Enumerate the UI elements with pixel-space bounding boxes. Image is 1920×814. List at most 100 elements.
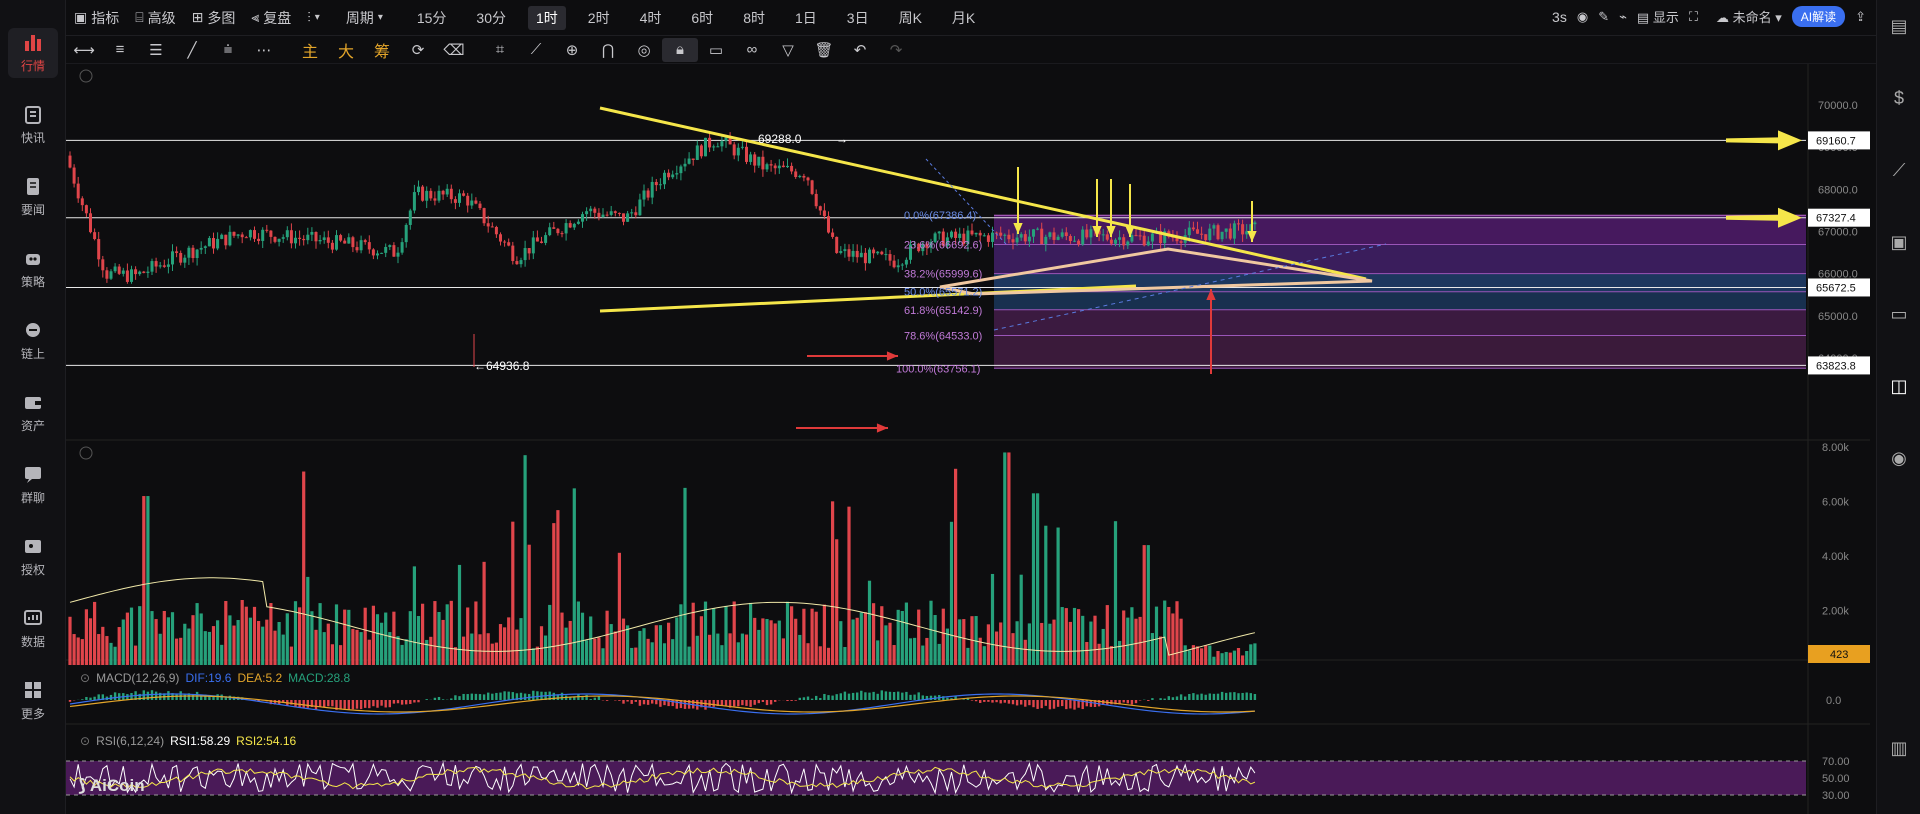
- interval-tab-1[interactable]: 30分: [468, 6, 514, 30]
- volume-bar: [396, 636, 400, 665]
- zoom-in-icon[interactable]: ⊕: [554, 38, 590, 62]
- sync-circle-icon[interactable]: ◉: [1888, 448, 1910, 470]
- interval-tab-0[interactable]: 15分: [409, 6, 455, 30]
- bot-icon[interactable]: ◫: [1888, 376, 1910, 398]
- macd-histogram-bar: [995, 700, 998, 703]
- candle-body: [138, 271, 142, 275]
- filter-icon[interactable]: ▽: [770, 38, 806, 62]
- chips-button[interactable]: 筹: [364, 38, 400, 62]
- macd-histogram-bar: [1048, 700, 1052, 710]
- crop-icon[interactable]: ⌗: [482, 38, 518, 62]
- nav-item-4[interactable]: 链上: [0, 310, 66, 370]
- volume-bar: [593, 638, 597, 665]
- volume-bar: [466, 607, 470, 665]
- nav-item-3[interactable]: 策略: [0, 238, 66, 298]
- candle-body: [851, 250, 855, 257]
- candle-body: [68, 155, 72, 168]
- wallet-card-icon[interactable]: ▭: [1888, 304, 1910, 326]
- multi-chart-button[interactable]: ⊞ 多图: [184, 6, 244, 30]
- interval-tab-8[interactable]: 3日: [839, 6, 877, 30]
- period-dropdown[interactable]: 周期 ▾: [338, 6, 391, 30]
- candle-body: [638, 199, 642, 216]
- dollar-icon[interactable]: $: [1888, 88, 1910, 110]
- trash-icon[interactable]: 🗑︎: [806, 38, 842, 62]
- parallel-lines-icon[interactable]: ☰: [138, 38, 174, 62]
- candle-body: [982, 235, 986, 237]
- magnet-icon[interactable]: ⋂: [590, 38, 626, 62]
- candle-type-button[interactable]: ⫶ ▾: [299, 6, 328, 30]
- replay-button[interactable]: ⫷ 复盘: [243, 6, 299, 30]
- volume-bar: [84, 609, 88, 665]
- layers-icon[interactable]: ▭: [698, 38, 734, 62]
- candle-body: [950, 231, 953, 238]
- sync-icon[interactable]: ⟳: [400, 38, 436, 62]
- indicators-button[interactable]: ▣ 指标: [66, 6, 127, 30]
- horizontal-line-icon[interactable]: ⟷: [66, 38, 102, 62]
- main-force-button[interactable]: 主: [292, 38, 328, 62]
- menu-lines-icon[interactable]: ≡: [102, 38, 138, 62]
- ruler-icon[interactable]: ⟋: [518, 38, 554, 62]
- macd-histogram-bar: [1151, 698, 1154, 700]
- alert-icon[interactable]: ⌁: [1619, 9, 1627, 25]
- big-order-button[interactable]: 大: [328, 38, 364, 62]
- candle-body: [105, 270, 109, 279]
- ai-interpret-button[interactable]: AI解读: [1791, 6, 1846, 27]
- collapse-icon[interactable]: ⊙: [80, 734, 90, 748]
- workspace-dropdown[interactable]: ☁ 未命名 ▾: [1716, 7, 1782, 26]
- interval-tab-4[interactable]: 4时: [632, 6, 670, 30]
- more-tools-icon[interactable]: ⋯: [246, 38, 282, 62]
- eye-icon[interactable]: ◎: [626, 38, 662, 62]
- volume-bar: [1101, 628, 1105, 665]
- redo-icon[interactable]: ↷: [878, 38, 914, 62]
- pane-collapse-icon[interactable]: [79, 446, 93, 460]
- interval-tab-5[interactable]: 6时: [683, 6, 721, 30]
- advanced-button[interactable]: ⌸ 高级: [127, 6, 183, 30]
- fullscreen-icon[interactable]: ⛶: [1689, 9, 1698, 25]
- nav-item-9[interactable]: 更多: [0, 670, 66, 730]
- nav-item-7[interactable]: 授权: [0, 526, 66, 586]
- pane-collapse-icon[interactable]: [79, 69, 93, 83]
- volume-bar: [982, 646, 986, 665]
- volume-bar: [888, 622, 892, 665]
- chart-area[interactable]: 69288.0 → 64936.8 ← 0.0%(67386.4) 23.6%(66692…: [66, 64, 1876, 814]
- candle-body: [540, 241, 543, 243]
- undo-icon[interactable]: ↶: [842, 38, 878, 62]
- pen-icon[interactable]: ✎: [1598, 9, 1609, 25]
- clear-drawing-icon[interactable]: ⌫: [436, 38, 472, 62]
- price-chart-svg[interactable]: 69288.0 → 64936.8← 0.0%(67386.4) 23.6%(66692…: [66, 64, 1876, 814]
- share-icon[interactable]: ⇪: [1855, 9, 1866, 25]
- lock-icon[interactable]: 🔒︎: [662, 37, 698, 62]
- volume-bar: [179, 637, 183, 665]
- nav-item-2[interactable]: 要闻: [0, 166, 66, 226]
- interval-tab-10[interactable]: 月K: [944, 6, 983, 30]
- macd-histogram-bar: [618, 700, 621, 701]
- interval-tab-6[interactable]: 8时: [735, 6, 773, 30]
- trend-line-icon[interactable]: ╱: [174, 38, 210, 62]
- robot-icon: [26, 253, 40, 265]
- trend-line-upper[interactable]: [599, 106, 1367, 281]
- interval-tab-7[interactable]: 1日: [787, 6, 825, 30]
- trend-icon[interactable]: ⟋: [1888, 160, 1910, 182]
- fib-tool-icon[interactable]: ⩧: [210, 38, 246, 62]
- interval-tab-2[interactable]: 1时: [528, 5, 566, 30]
- link-icon[interactable]: ∞: [734, 38, 770, 62]
- nav-item-1[interactable]: 快讯: [0, 94, 66, 154]
- macd-histogram-bar: [454, 695, 457, 700]
- camera-icon[interactable]: ◉: [1577, 9, 1588, 25]
- monitor-icon[interactable]: ▣: [1888, 232, 1910, 254]
- nav-item-5[interactable]: 资产: [0, 382, 66, 442]
- interval-tab-9[interactable]: 周K: [891, 6, 930, 30]
- volume-bar: [1171, 613, 1175, 665]
- collapse-icon[interactable]: ⊙: [80, 671, 90, 685]
- list-icon[interactable]: ▤: [1888, 16, 1910, 38]
- refresh-rate[interactable]: 3s: [1552, 9, 1567, 25]
- macd-histogram-bar: [306, 700, 309, 708]
- nav-item-6[interactable]: 群聊: [0, 454, 66, 514]
- nav-item-8[interactable]: 数据: [0, 598, 66, 658]
- panel-layout-icon[interactable]: ▥: [1888, 738, 1910, 760]
- candle-body: [863, 252, 867, 264]
- nav-item-0[interactable]: 行情: [0, 22, 66, 82]
- candle-body: [376, 253, 379, 256]
- display-button[interactable]: ▤ 显示: [1637, 7, 1679, 26]
- interval-tab-3[interactable]: 2时: [580, 6, 618, 30]
